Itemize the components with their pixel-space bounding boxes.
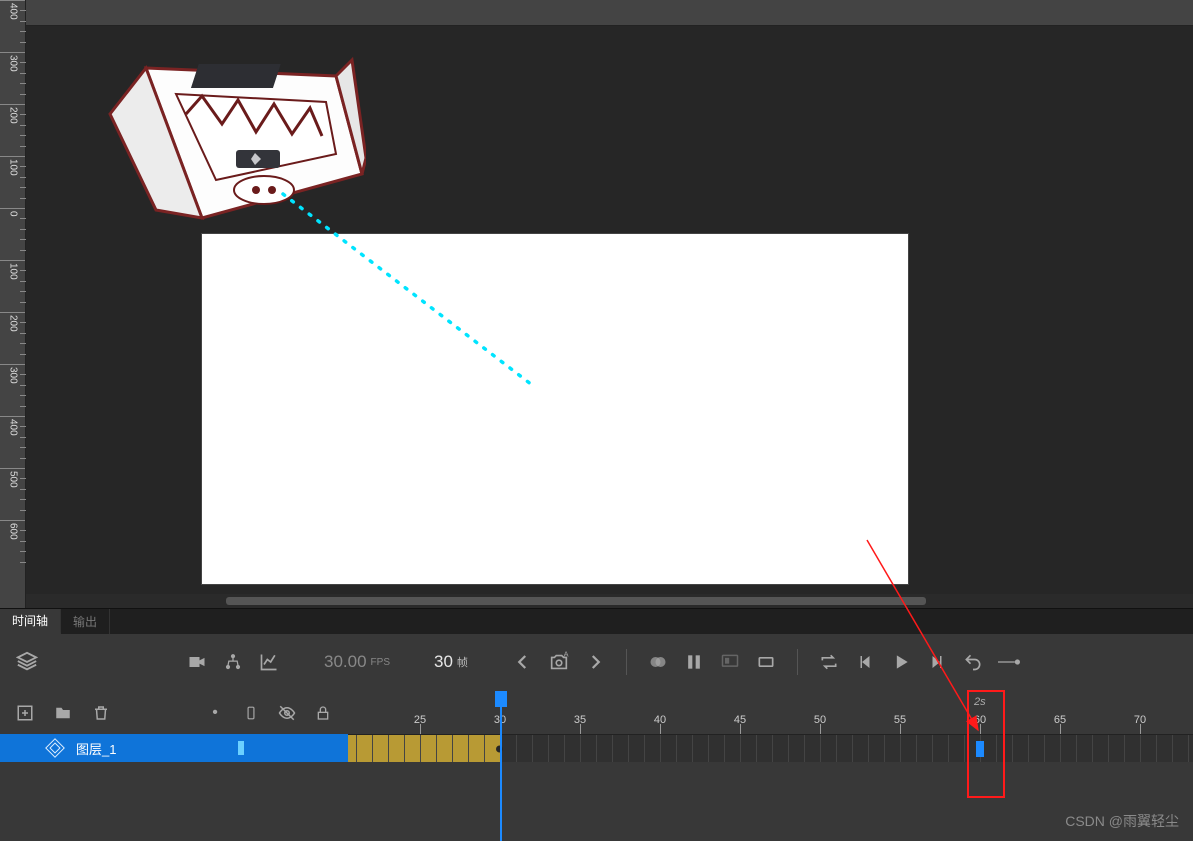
time-ruler[interactable]: 25303540455055602s6570	[348, 690, 1193, 734]
composition-canvas[interactable]	[202, 234, 908, 584]
layer-row[interactable]: 图层_1	[0, 734, 348, 762]
plus-square-icon[interactable]	[14, 702, 36, 724]
ruler-top	[26, 0, 1193, 26]
camera-plus-icon[interactable]: A	[548, 651, 570, 673]
svg-text:A: A	[564, 651, 569, 659]
layer-name: 图层_1	[76, 739, 116, 758]
dot-icon[interactable]: •	[204, 702, 226, 724]
canvas-area: 4003002001000100200300400500600	[0, 0, 1193, 608]
loop-icon[interactable]	[818, 651, 840, 673]
phone-icon[interactable]	[240, 702, 262, 724]
tab-timeline[interactable]: 时间轴	[0, 609, 61, 634]
crop-icon[interactable]	[755, 651, 777, 673]
h-scrollbar[interactable]	[26, 594, 1193, 608]
layer-3d-object[interactable]	[106, 54, 366, 232]
track-end-icon[interactable]	[998, 651, 1020, 673]
layer-controls: •	[0, 690, 348, 734]
timeline-toolbar: 30.00FPS 30帧 A	[0, 634, 1193, 690]
frame-display[interactable]: 30帧	[434, 652, 468, 672]
timeline-panel: 30.00FPS 30帧 A	[0, 634, 1193, 841]
trash-icon[interactable]	[90, 702, 112, 724]
step-forward-icon[interactable]	[926, 651, 948, 673]
track-row[interactable]	[348, 734, 1193, 762]
panel-tabs: 时间轴 输出	[0, 608, 1193, 634]
layer-list: • 图层_1	[0, 690, 348, 841]
layer-keyframe-marker[interactable]	[238, 741, 244, 755]
eye-off-icon[interactable]	[276, 702, 298, 724]
camera-icon[interactable]	[186, 651, 208, 673]
chart-icon[interactable]	[258, 651, 280, 673]
fps-display[interactable]: 30.00FPS	[324, 652, 390, 672]
screen-icon[interactable]	[719, 651, 741, 673]
chevron-left-icon[interactable]	[512, 651, 534, 673]
columns-icon[interactable]	[683, 651, 705, 673]
keyframe-diamond-icon[interactable]	[45, 738, 65, 758]
watermark: CSDN @雨翼轻尘	[1065, 811, 1179, 831]
lock-icon[interactable]	[312, 702, 334, 724]
step-back-icon[interactable]	[854, 651, 876, 673]
mask-icon[interactable]	[647, 651, 669, 673]
annotation-box	[967, 690, 1005, 798]
tab-output[interactable]: 输出	[61, 609, 110, 634]
clip[interactable]	[348, 735, 500, 762]
ruler-left: 4003002001000100200300400500600	[0, 0, 26, 608]
chevron-right-icon[interactable]	[584, 651, 606, 673]
undo-icon[interactable]	[962, 651, 984, 673]
app: 4003002001000100200300400500600 时间轴	[0, 0, 1193, 841]
layers-icon[interactable]	[16, 651, 38, 673]
hierarchy-icon[interactable]	[222, 651, 244, 673]
stage[interactable]	[26, 26, 1193, 594]
play-icon[interactable]	[890, 651, 912, 673]
folder-icon[interactable]	[52, 702, 74, 724]
